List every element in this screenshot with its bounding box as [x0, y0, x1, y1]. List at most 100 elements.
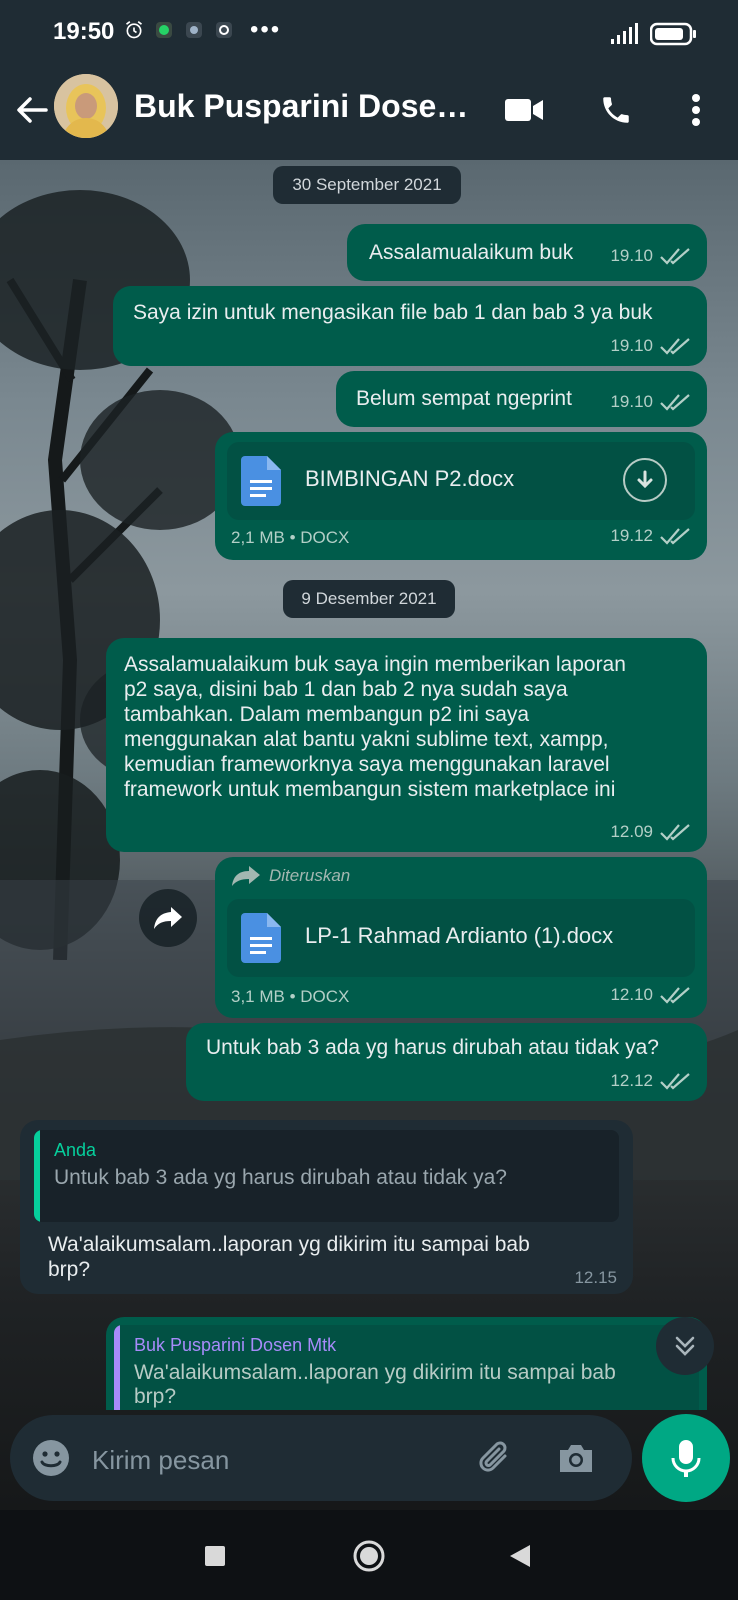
- outgoing-message[interactable]: Saya izin untuk mengasikan file bab 1 da…: [113, 286, 707, 366]
- forward-button[interactable]: [139, 889, 197, 947]
- double-check-icon: [660, 987, 690, 1004]
- message-meta: 19.10: [610, 392, 693, 412]
- quoted-message[interactable]: Anda Untuk bab 3 ada yg harus dirubah at…: [34, 1130, 619, 1222]
- message-text: Wa'alaikumsalam..laporan yg dikirim itu …: [48, 1232, 530, 1282]
- status-notification-icons: •••: [124, 18, 281, 42]
- quote-bar: [114, 1325, 120, 1410]
- avatar-image: [54, 74, 118, 138]
- outgoing-message[interactable]: Belum sempat ngeprint 19.10: [336, 371, 707, 427]
- outgoing-message[interactable]: Assalamualaikum buk saya ingin memberika…: [106, 638, 707, 852]
- message-text: Assalamualaikum buk saya ingin memberika…: [124, 652, 626, 802]
- system-nav-bar: [0, 1510, 738, 1600]
- message-composer: [10, 1415, 632, 1501]
- back-button[interactable]: [12, 90, 52, 134]
- video-call-icon: [505, 99, 543, 121]
- emoji-icon: [33, 1440, 69, 1476]
- message-meta: 19.10: [610, 336, 693, 356]
- voice-message-button[interactable]: [642, 1414, 730, 1502]
- message-time: 19.10: [610, 336, 653, 355]
- message-meta: 12.09: [610, 822, 693, 842]
- document-info: 2,1 MB • DOCX: [231, 528, 350, 547]
- document-name: BIMBINGAN P2.docx: [305, 466, 515, 491]
- emoji-button[interactable]: [28, 1435, 74, 1481]
- message-meta: 19.12: [610, 526, 693, 546]
- attach-button[interactable]: [472, 1435, 518, 1481]
- video-call-button[interactable]: [500, 86, 548, 134]
- quote-text: Untuk bab 3 ada yg harus dirubah atau ti…: [54, 1166, 507, 1189]
- more-options-button[interactable]: [672, 86, 720, 134]
- outgoing-forwarded-document-message[interactable]: Diteruskan LP-1 Rahmad Ardianto (1).docx…: [215, 857, 707, 1018]
- battery-icon: [650, 22, 696, 46]
- paperclip-icon: [479, 1441, 507, 1472]
- message-line: Assalamualaikum buk saya ingin memberika…: [124, 653, 626, 676]
- double-check-icon: [660, 528, 690, 545]
- message-time: 12.09: [610, 822, 653, 841]
- message-meta: 12.10: [610, 985, 693, 1005]
- app-notif-icon: [216, 22, 232, 38]
- outgoing-message[interactable]: Assalamualaikum buk 19.10: [347, 224, 707, 281]
- mic-icon: [671, 1440, 701, 1477]
- contact-name[interactable]: Buk Pusparini Dosen Mtk: [134, 88, 484, 125]
- message-input[interactable]: [90, 1439, 454, 1481]
- quote-author: Anda: [54, 1140, 97, 1160]
- document-name: LP-1 Rahmad Ardianto (1).docx: [305, 923, 614, 948]
- voice-call-button[interactable]: [592, 86, 640, 134]
- message-line: tambahkan. Dalam membangun p2 ini saya: [124, 703, 530, 726]
- message-line: p2 saya, disini bab 1 dan bab 2 nya suda…: [124, 678, 568, 701]
- avatar[interactable]: [54, 74, 118, 138]
- message-text: Assalamualaikum buk: [369, 241, 574, 264]
- outgoing-message[interactable]: Untuk bab 3 ada yg harus dirubah atau ti…: [186, 1023, 707, 1101]
- system-back-button[interactable]: [502, 1538, 538, 1574]
- phone-icon: [603, 97, 629, 123]
- chevrons-down-icon: [675, 1336, 695, 1356]
- circle-icon: [353, 1540, 385, 1572]
- date-chip: 30 September 2021: [273, 166, 461, 204]
- double-check-icon: [660, 338, 690, 355]
- status-bar: 19:50 •••: [0, 0, 738, 68]
- app-notif-icon: [186, 22, 202, 38]
- message-time: 19.10: [610, 246, 653, 265]
- message-text: Saya izin untuk mengasikan file bab 1 da…: [133, 301, 653, 324]
- double-check-icon: [660, 248, 690, 265]
- scroll-to-bottom-button[interactable]: [656, 1317, 714, 1375]
- arrow-left-icon: [17, 97, 48, 123]
- square-icon: [205, 1546, 225, 1566]
- home-button[interactable]: [351, 1538, 387, 1574]
- outgoing-reply-message[interactable]: Buk Pusparini Dosen Mtk Wa'alaikumsalam.…: [106, 1317, 707, 1410]
- forwarded-text: Diteruskan: [269, 866, 351, 885]
- forwarded-icon: [232, 866, 260, 886]
- document-icon: [241, 913, 281, 963]
- triangle-back-icon: [510, 1545, 530, 1567]
- date-chip: 9 Desember 2021: [283, 580, 455, 618]
- whatsapp-notif-icon: [156, 22, 172, 38]
- status-time: 19:50: [53, 18, 115, 45]
- message-time: 19.10: [610, 392, 653, 411]
- recents-button[interactable]: [197, 1538, 233, 1574]
- message-text: Belum sempat ngeprint: [356, 387, 572, 410]
- camera-icon: [560, 1445, 592, 1472]
- message-line: framework untuk membangun sistem marketp…: [124, 778, 616, 801]
- message-clip: Buk Pusparini Dosen Mtk Wa'alaikumsalam.…: [106, 1317, 707, 1410]
- double-check-icon: [660, 824, 690, 841]
- message-line: kemudian frameworknya saya menggunakan l…: [124, 753, 610, 776]
- message-time: 19.12: [610, 526, 653, 545]
- double-check-icon: [660, 1073, 690, 1090]
- message-line: menggunakan alat bantu yakni sublime tex…: [124, 728, 609, 751]
- signal-icon: [611, 23, 638, 44]
- quoted-message[interactable]: Buk Pusparini Dosen Mtk Wa'alaikumsalam.…: [114, 1325, 699, 1410]
- document-card[interactable]: LP-1 Rahmad Ardianto (1).docx: [227, 899, 695, 977]
- quote-text: Wa'alaikumsalam..laporan yg dikirim itu …: [134, 1361, 616, 1409]
- download-icon: [637, 470, 653, 489]
- document-card[interactable]: BIMBINGAN P2.docx: [227, 442, 695, 520]
- incoming-reply-message[interactable]: Anda Untuk bab 3 ada yg harus dirubah at…: [20, 1120, 633, 1294]
- message-meta: 19.10: [610, 246, 693, 266]
- more-vertical-icon: [692, 94, 700, 126]
- quote-line: Wa'alaikumsalam..laporan yg dikirim itu …: [134, 1361, 616, 1384]
- document-info: 3,1 MB • DOCX: [231, 987, 350, 1006]
- message-time: 12.15: [574, 1268, 617, 1287]
- camera-button[interactable]: [553, 1435, 599, 1481]
- outgoing-document-message[interactable]: BIMBINGAN P2.docx 2,1 MB • DOCX 19.12: [215, 432, 707, 560]
- message-text: Untuk bab 3 ada yg harus dirubah atau ti…: [206, 1036, 659, 1059]
- chat-header: Buk Pusparini Dosen Mtk: [0, 68, 738, 160]
- download-button[interactable]: [623, 458, 667, 502]
